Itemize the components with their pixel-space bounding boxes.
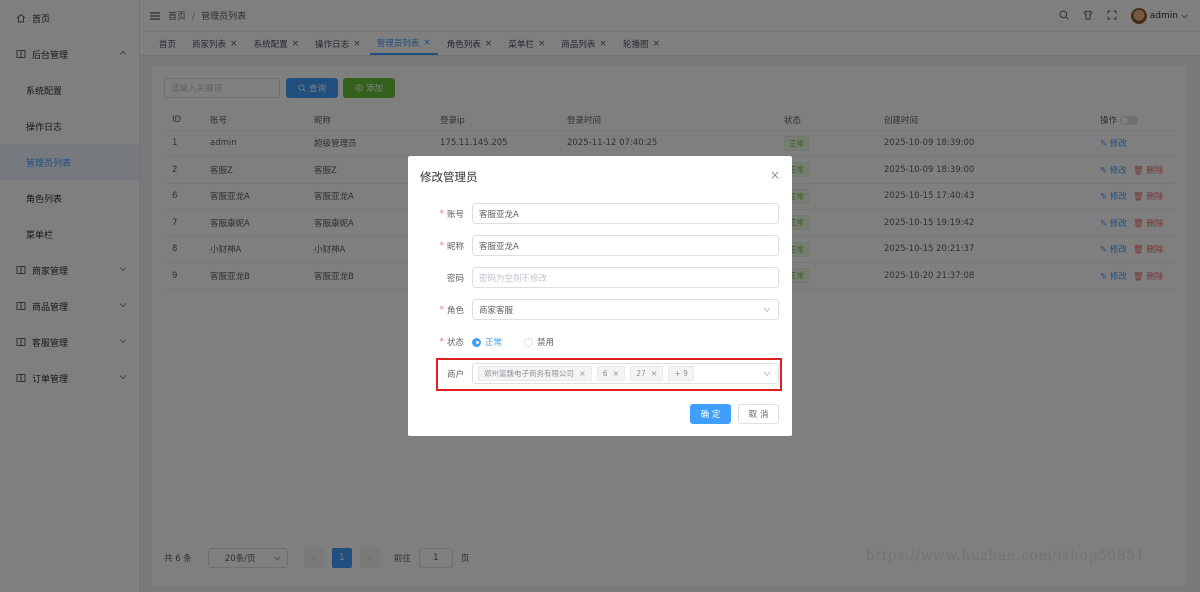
nickname-row: * 昵称 客服亚龙A [408,235,792,257]
close-icon[interactable]: × [770,168,780,182]
nickname-label: 昵称 [446,242,464,252]
edit-admin-dialog: 修改管理员 × * 账号 客服亚龙A * 昵称 客服亚龙A 密码 密码为空则不修改 … [408,156,792,436]
status-radio-on[interactable]: 正常 [472,331,502,353]
merchant-highlight-box [436,358,782,391]
status-on-label: 正常 [485,338,503,348]
confirm-button[interactable]: 确 定 [690,404,731,424]
role-label: 角色 [446,306,464,316]
status-off-label: 禁用 [537,338,555,348]
password-placeholder: 密码为空则不修改 [479,273,548,284]
role-value: 商家客服 [479,305,514,316]
nickname-value: 客服亚龙A [479,241,519,252]
radio-unchecked-icon [524,337,533,347]
password-label: 密码 [446,274,464,284]
account-field[interactable]: 客服亚龙A [472,203,779,224]
status-radio-off[interactable]: 禁用 [524,331,554,353]
password-row: 密码 密码为空则不修改 [408,267,792,289]
nickname-field[interactable]: 客服亚龙A [472,235,779,256]
radio-checked-icon [472,337,481,347]
chevron-down-icon [763,307,771,313]
account-row: * 账号 客服亚龙A [408,203,792,225]
account-value: 客服亚龙A [479,209,519,220]
password-field[interactable]: 密码为空则不修改 [472,267,779,288]
dialog-title: 修改管理员 [420,170,478,184]
status-label: 状态 [446,338,464,348]
cancel-button[interactable]: 取 消 [738,404,779,424]
status-row: * 状态 正常 禁用 [408,331,792,353]
account-label: 账号 [446,210,464,220]
role-row: * 角色 商家客服 [408,299,792,321]
role-select[interactable]: 商家客服 [472,299,779,320]
